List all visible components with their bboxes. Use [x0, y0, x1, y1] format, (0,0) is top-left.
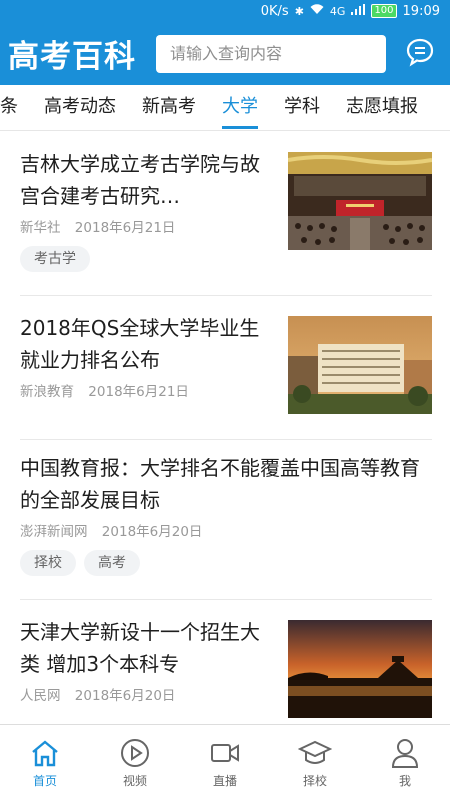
user-icon — [391, 737, 419, 769]
news-tag[interactable]: 高考 — [84, 550, 140, 576]
home-icon — [30, 737, 60, 769]
battery-icon: 100 — [371, 4, 397, 18]
nav-me[interactable]: 我 — [360, 725, 450, 800]
video-camera-icon — [210, 737, 240, 769]
nav-video[interactable]: 视频 — [90, 725, 180, 800]
news-meta: 澎湃新闻网 2018年6月20日 — [20, 520, 432, 540]
message-button[interactable] — [400, 34, 440, 74]
news-date: 2018年6月21日 — [88, 384, 189, 400]
play-icon — [120, 737, 150, 769]
nav-label: 择校 — [302, 773, 327, 788]
news-tag[interactable]: 择校 — [20, 550, 76, 576]
tab-new-gaokao[interactable]: 新高考 — [142, 85, 196, 130]
news-item[interactable]: 吉林大学成立考古学院与故宫合建考古研究… 新华社 2018年6月21日 考古学 — [20, 148, 432, 296]
wifi-icon — [310, 4, 324, 18]
tab-headlines[interactable]: 头条 — [0, 85, 18, 130]
news-thumbnail — [288, 316, 432, 414]
header: 高考百科 — [0, 22, 450, 85]
news-title: 吉林大学成立考古学院与故宫合建考古研究… — [20, 152, 260, 208]
top-bar: 0K/s ✱ 4G 100 19:09 高考百科 — [0, 0, 450, 85]
news-item[interactable]: 中国教育报：大学排名不能覆盖中国高等教育的全部发展目标 澎湃新闻网 2018年6… — [20, 452, 432, 600]
news-source: 新浪教育 — [20, 384, 74, 400]
nav-label: 直播 — [212, 773, 237, 788]
news-item[interactable]: 天津大学新设十一个招生大类 增加3个本科专 人民网 2018年6月20日 — [20, 616, 432, 724]
nav-label: 视频 — [122, 773, 147, 788]
tab-university[interactable]: 大学 — [222, 85, 258, 130]
nav-school-choice[interactable]: 择校 — [270, 725, 360, 800]
chat-bubble-icon — [405, 37, 435, 71]
graduation-cap-icon — [298, 737, 332, 769]
signal-icon — [351, 4, 366, 18]
news-source: 新华社 — [20, 220, 61, 236]
network-type: 4G — [329, 4, 346, 18]
network-speed: 0K/s — [260, 3, 289, 19]
news-item[interactable]: 2018年QS全球大学毕业生就业力排名公布 新浪教育 2018年6月21日 — [20, 312, 432, 440]
tab-subjects[interactable]: 学科 — [284, 85, 320, 130]
news-list: 吉林大学成立考古学院与故宫合建考古研究… 新华社 2018年6月21日 考古学 — [0, 132, 450, 724]
news-title: 天津大学新设十一个招生大类 增加3个本科专 — [20, 620, 260, 676]
nav-live[interactable]: 直播 — [180, 725, 270, 800]
news-meta: 新华社 2018年6月21日 — [20, 216, 272, 236]
bluetooth-icon: ✱ — [294, 4, 304, 18]
status-bar: 0K/s ✱ 4G 100 19:09 — [0, 0, 450, 22]
news-source: 人民网 — [20, 688, 61, 704]
nav-home[interactable]: 首页 — [0, 725, 90, 800]
app-logo: 高考百科 — [8, 39, 136, 75]
news-date: 2018年6月20日 — [74, 688, 176, 704]
clock: 19:09 — [402, 3, 440, 19]
news-date: 2018年6月21日 — [74, 220, 176, 236]
tab-application[interactable]: 志愿填报 — [346, 85, 418, 130]
news-date: 2018年6月20日 — [101, 524, 203, 540]
nav-label: 我 — [398, 773, 411, 788]
news-tag[interactable]: 考古学 — [20, 246, 90, 272]
search-input[interactable] — [156, 34, 386, 73]
bottom-nav: 首页 视频 直播 择校 我 — [0, 724, 450, 800]
news-meta: 新浪教育 2018年6月21日 — [20, 380, 272, 400]
news-title: 2018年QS全球大学毕业生就业力排名公布 — [20, 316, 260, 372]
news-meta: 人民网 2018年6月20日 — [20, 684, 272, 704]
news-title: 中国教育报：大学排名不能覆盖中国高等教育的全部发展目标 — [20, 456, 420, 512]
nav-label: 首页 — [32, 773, 57, 788]
tab-gaokao-news[interactable]: 高考动态 — [44, 85, 116, 130]
news-thumbnail — [288, 152, 432, 250]
news-thumbnail — [288, 620, 432, 718]
category-tabs: 头条 高考动态 新高考 大学 学科 志愿填报 — [0, 85, 450, 131]
news-source: 澎湃新闻网 — [20, 524, 88, 540]
